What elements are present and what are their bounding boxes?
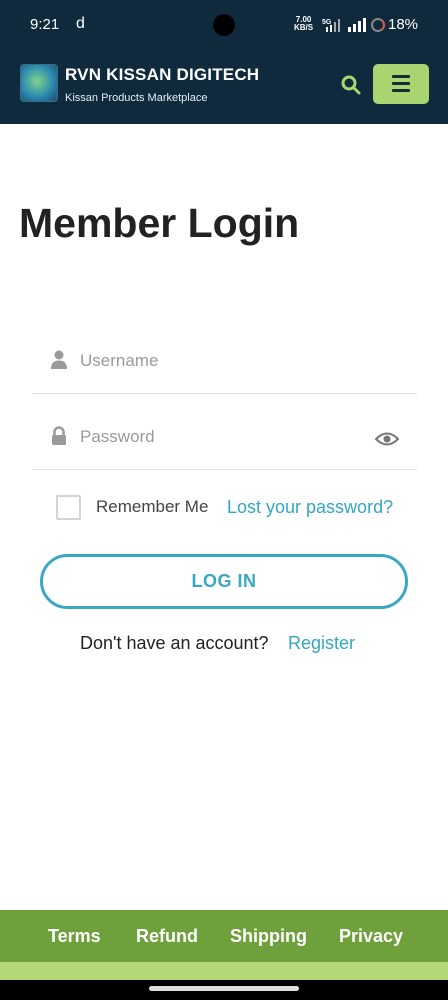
menu-button[interactable] xyxy=(373,64,429,104)
hamburger-menu-icon xyxy=(392,75,410,78)
status-app-indicator: d xyxy=(76,15,85,32)
battery-ring-icon xyxy=(371,18,385,32)
network-type: 5G xyxy=(322,19,332,26)
username-field[interactable] xyxy=(32,344,417,394)
status-bar: 9:21 d 7.00 KB/S 5G 18% xyxy=(0,0,448,50)
login-button[interactable]: LOG IN xyxy=(40,554,408,609)
signal-5g-icon: 5G xyxy=(322,19,340,32)
footer-secondary-bar xyxy=(0,962,448,982)
show-password-eye-icon[interactable] xyxy=(375,431,399,447)
password-field[interactable] xyxy=(32,420,417,470)
lock-icon xyxy=(52,426,66,445)
system-navigation-bar xyxy=(0,980,448,1000)
no-account-text: Don't have an account? xyxy=(80,633,269,653)
footer-link-terms[interactable]: Terms xyxy=(48,926,101,947)
brand-subtitle: Kissan Products Marketplace xyxy=(65,92,208,104)
footer-link-refund[interactable]: Refund xyxy=(136,926,198,947)
password-input[interactable] xyxy=(80,420,370,454)
footer-links: Terms Refund Shipping Privacy xyxy=(0,910,448,962)
remember-me-checkbox[interactable] xyxy=(56,495,81,520)
footer-link-shipping[interactable]: Shipping xyxy=(230,926,307,947)
remember-me-label[interactable]: Remember Me xyxy=(96,497,208,517)
camera-cutout xyxy=(213,14,235,36)
register-link[interactable]: Register xyxy=(288,633,355,654)
home-gesture-handle[interactable] xyxy=(149,986,299,991)
footer-link-privacy[interactable]: Privacy xyxy=(339,926,403,947)
lost-password-link[interactable]: Lost your password? xyxy=(227,497,393,518)
site-header: RVN KISSAN DIGITECH Kissan Products Mark… xyxy=(0,50,448,124)
signal-bars-icon xyxy=(348,18,366,32)
brand-title[interactable]: RVN KISSAN DIGITECH xyxy=(65,65,259,85)
globe-logo-icon[interactable] xyxy=(20,64,58,102)
status-time: 9:21 xyxy=(30,16,60,33)
network-speed: 7.00 KB/S xyxy=(294,16,313,32)
username-input[interactable] xyxy=(80,344,370,378)
search-icon[interactable] xyxy=(340,74,362,96)
network-speed-unit: KB/S xyxy=(294,23,314,32)
page-title: Member Login xyxy=(19,200,300,246)
battery-level: 18% xyxy=(388,16,419,33)
user-icon xyxy=(51,350,67,369)
